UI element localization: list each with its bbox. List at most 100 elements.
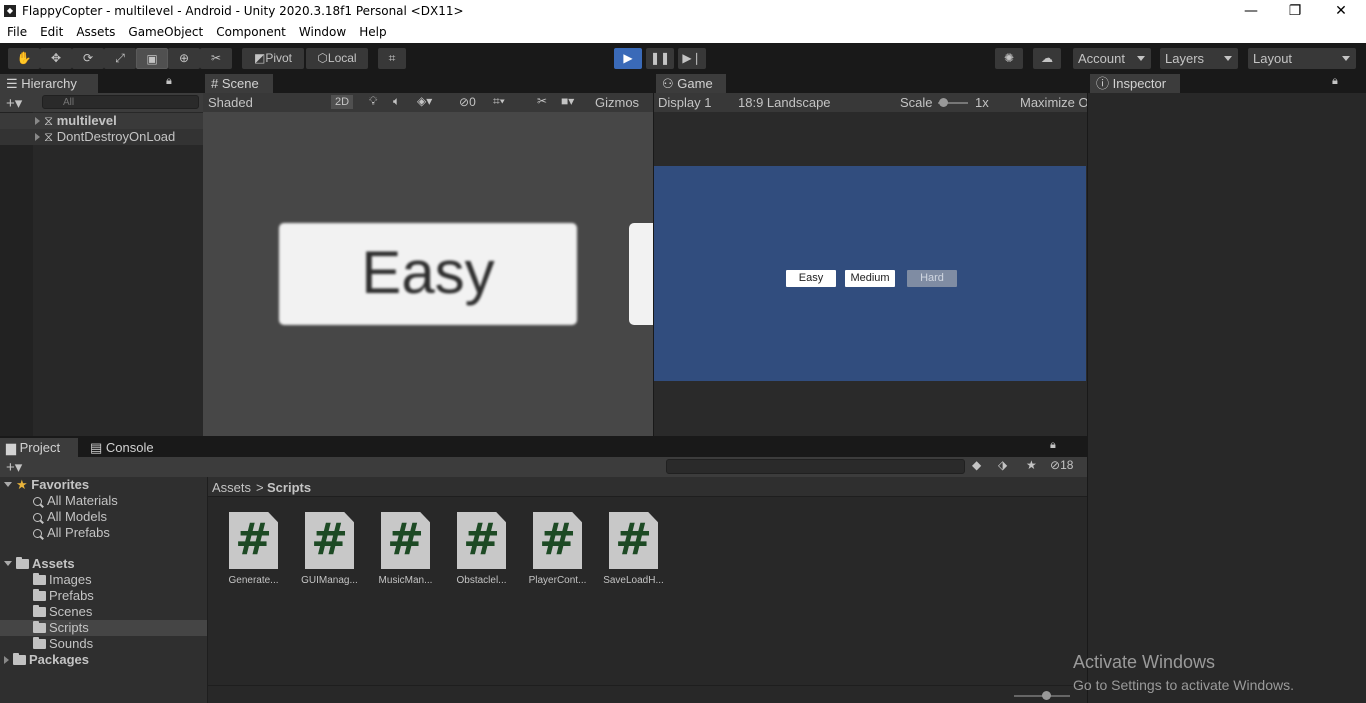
maximize-on-play-toggle[interactable]: Maximize O	[1020, 95, 1089, 110]
layers-dropdown[interactable]: Layers	[1160, 48, 1238, 69]
tab-console[interactable]: ▤ Console	[84, 438, 164, 457]
step-button[interactable]: ▶❘	[678, 48, 706, 69]
minimize-button[interactable]: —	[1228, 0, 1274, 23]
favorite-star-icon[interactable]: ★	[1026, 458, 1037, 472]
script-asset[interactable]: # MusicMan...	[368, 512, 443, 586]
aspect-dropdown[interactable]: 18:9 Landscape	[738, 95, 831, 110]
shading-dropdown[interactable]: Shaded	[208, 95, 253, 110]
folder-icon	[33, 605, 46, 617]
effects-icon[interactable]: ◈▾	[417, 94, 432, 108]
menu-gameobject[interactable]: GameObject	[121, 23, 209, 39]
project-panel: ▆ Project ▤ Console 🔒︎ +▾ ◆ ⬗ ★ ⊘18 ★ Fa…	[0, 436, 1087, 703]
script-asset[interactable]: # SaveLoadH...	[596, 512, 671, 586]
pivot-toggle[interactable]: ◩Pivot	[242, 48, 304, 69]
game-easy-button[interactable]: Easy	[786, 270, 836, 287]
project-search-input[interactable]	[666, 459, 965, 474]
folder-icon	[16, 557, 29, 569]
favorite-item[interactable]: All Prefabs	[33, 525, 110, 541]
menu-help[interactable]: Help	[352, 23, 392, 39]
pause-button[interactable]: ❚❚	[646, 48, 674, 69]
script-asset[interactable]: # GUIManag...	[292, 512, 367, 586]
2d-toggle[interactable]: 2D	[331, 95, 354, 109]
tab-hierarchy[interactable]: ☰ Hierarchy	[0, 74, 98, 93]
lock-icon[interactable]: 🔒︎	[1332, 75, 1338, 88]
folder-scripts[interactable]: Scripts	[0, 620, 207, 636]
display-dropdown[interactable]: Display 1	[658, 95, 711, 110]
camera-icon[interactable]: ■▾	[561, 94, 574, 108]
collab-icon[interactable]: ✺	[995, 48, 1023, 69]
hidden-objects-icon[interactable]: ⊘0	[459, 95, 476, 109]
game-medium-button[interactable]: Medium	[845, 270, 895, 287]
favorite-item[interactable]: All Models	[33, 509, 107, 525]
game-hard-button[interactable]: Hard	[907, 270, 957, 287]
grid-toggle-icon[interactable]: ⌗▾	[493, 94, 505, 109]
play-button[interactable]: ▶	[614, 48, 642, 69]
gamepad-icon: ⚇	[662, 76, 678, 91]
filter-type-icon[interactable]: ◆	[972, 458, 981, 472]
tab-scene[interactable]: # Scene	[205, 74, 273, 93]
packages-root[interactable]: Packages	[4, 652, 89, 668]
breadcrumb-assets[interactable]: Assets	[212, 480, 251, 495]
breadcrumb-scripts[interactable]: Scripts	[267, 480, 311, 495]
menu-edit[interactable]: Edit	[33, 23, 69, 39]
menu-bar: File Edit Assets GameObject Component Window H…	[0, 23, 1366, 43]
scene-medium-button-partial	[629, 223, 653, 325]
audio-icon[interactable]: 🔈︎	[393, 94, 400, 109]
scale-slider-handle[interactable]	[939, 98, 948, 107]
folder-images[interactable]: Images	[33, 572, 92, 588]
favorite-item[interactable]: All Materials	[33, 493, 118, 509]
rect-tool-icon[interactable]: ▣	[136, 48, 168, 69]
menu-assets[interactable]: Assets	[69, 23, 121, 39]
transform-tool-icon[interactable]: ⊕	[168, 48, 200, 69]
scale-tool-icon[interactable]: ⤢	[104, 48, 136, 69]
layout-dropdown[interactable]: Layout	[1248, 48, 1356, 69]
menu-file[interactable]: File	[0, 23, 33, 39]
hierarchy-item-multilevel[interactable]: ⧖ multilevel	[0, 113, 203, 129]
filter-label-icon[interactable]: ⬗	[998, 458, 1007, 472]
assets-root[interactable]: Assets	[4, 556, 75, 572]
menu-component[interactable]: Component	[209, 23, 292, 39]
add-icon[interactable]: +▾	[6, 94, 22, 112]
script-asset[interactable]: # Generate...	[216, 512, 291, 586]
hand-tool-icon[interactable]: ✋	[8, 48, 40, 69]
folder-icon	[33, 573, 46, 585]
menu-window[interactable]: Window	[292, 23, 352, 39]
script-asset[interactable]: # Obstaclel...	[444, 512, 519, 586]
tab-project[interactable]: ▆ Project	[0, 438, 78, 457]
maximize-button[interactable]: ❐	[1272, 0, 1318, 23]
close-button[interactable]: ✕	[1318, 0, 1364, 23]
folder-scenes[interactable]: Scenes	[33, 604, 92, 620]
cloud-icon[interactable]: ☁	[1033, 48, 1061, 69]
add-icon[interactable]: +▾	[6, 458, 22, 476]
lock-icon[interactable]: 🔒︎	[166, 75, 172, 88]
scene-easy-button[interactable]: Easy	[279, 223, 577, 325]
script-asset[interactable]: # PlayerCont...	[520, 512, 595, 586]
icon-size-slider-handle[interactable]	[1042, 691, 1051, 700]
activation-watermark-title: Activate Windows	[1073, 652, 1216, 672]
tab-inspector[interactable]: ⓘ Inspector	[1090, 74, 1180, 93]
grid-snap-icon[interactable]: ⌗	[378, 48, 406, 69]
rotate-tool-icon[interactable]: ⟳	[72, 48, 104, 69]
hierarchy-item-dontdestroy[interactable]: ⧖ DontDestroyOnLoad	[0, 129, 203, 145]
account-dropdown[interactable]: Account	[1073, 48, 1151, 69]
inspector-panel: ⓘ Inspector 🔒︎	[1088, 73, 1366, 703]
lock-icon[interactable]: 🔒︎	[1050, 439, 1056, 452]
csharp-script-icon: #	[305, 512, 354, 569]
folder-sounds[interactable]: Sounds	[33, 636, 93, 652]
search-icon	[33, 497, 42, 506]
tools-icon[interactable]: ✂	[537, 94, 547, 108]
game-panel: ⚇ Game Display 1 18:9 Landscape Scale 1x…	[654, 73, 1089, 436]
custom-tool-icon[interactable]: ✂	[200, 48, 232, 69]
favorites-header[interactable]: ★ Favorites	[4, 477, 89, 493]
move-tool-icon[interactable]: ✥	[40, 48, 72, 69]
hidden-packages-icon[interactable]: ⊘18	[1050, 458, 1073, 472]
tab-game[interactable]: ⚇ Game	[656, 74, 726, 93]
gizmos-dropdown[interactable]: Gizmos	[595, 95, 639, 110]
csharp-script-icon: #	[229, 512, 278, 569]
folder-prefabs[interactable]: Prefabs	[33, 588, 94, 604]
hierarchy-search-input[interactable]	[42, 95, 199, 109]
local-toggle[interactable]: ⬡Local	[306, 48, 368, 69]
folder-icon	[33, 637, 46, 649]
lighting-icon[interactable]: 💡︎	[369, 94, 377, 109]
window-title: FlappyCopter - multilevel - Android - Un…	[22, 4, 464, 18]
